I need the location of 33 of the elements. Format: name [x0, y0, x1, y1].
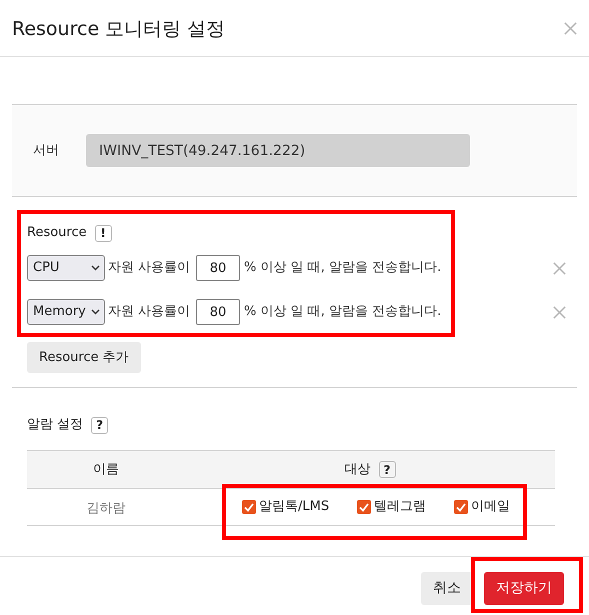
table-cell: 김하람 [86, 501, 126, 516]
checkbox-label: 알림톡/LMS [259, 498, 330, 516]
checkbox[interactable] [242, 500, 256, 514]
metric-select[interactable]: Memory [27, 299, 105, 325]
server-label: 서버 [33, 142, 60, 160]
caret-icon [91, 265, 100, 271]
add-resource-button[interactable]: Resource 추가 [27, 342, 141, 373]
dialog-title: Resource 모니터링 설정 [12, 16, 226, 42]
column-header: 대상 [344, 460, 370, 479]
close-icon[interactable] [563, 20, 578, 36]
row-text: % 이상 일 때, 알람을 전송합니다. [244, 303, 442, 322]
help-badge[interactable]: ? [378, 461, 396, 478]
checkbox[interactable] [454, 500, 468, 514]
row-text: 자원 사용률이 [108, 259, 192, 278]
cancel-button[interactable]: 취소 [421, 572, 473, 605]
threshold-field[interactable]: 80 [196, 299, 240, 325]
row-text: 자원 사용률이 [108, 303, 192, 322]
threshold-field[interactable]: 80 [196, 255, 240, 281]
remove-icon[interactable] [552, 260, 567, 276]
save-button[interactable]: 저장하기 [484, 572, 564, 605]
info-badge[interactable]: ! [94, 224, 112, 242]
checkbox-label: 이메일 [471, 498, 510, 516]
remove-icon[interactable] [552, 304, 567, 320]
column-header: 이름 [93, 460, 119, 479]
checkbox[interactable] [357, 500, 372, 514]
server-field[interactable]: IWINV_TEST(49.247.161.222) [86, 134, 470, 167]
help-badge[interactable]: ? [91, 416, 108, 434]
row-text: % 이상 일 때, 알람을 전송합니다. [244, 259, 442, 278]
checkbox-label: 텔레그램 [374, 498, 426, 516]
metric-select[interactable]: CPU [27, 255, 105, 281]
caret-icon [91, 309, 100, 315]
section-label: Resource [27, 224, 87, 242]
section-label: 알람 설정 [27, 416, 84, 434]
